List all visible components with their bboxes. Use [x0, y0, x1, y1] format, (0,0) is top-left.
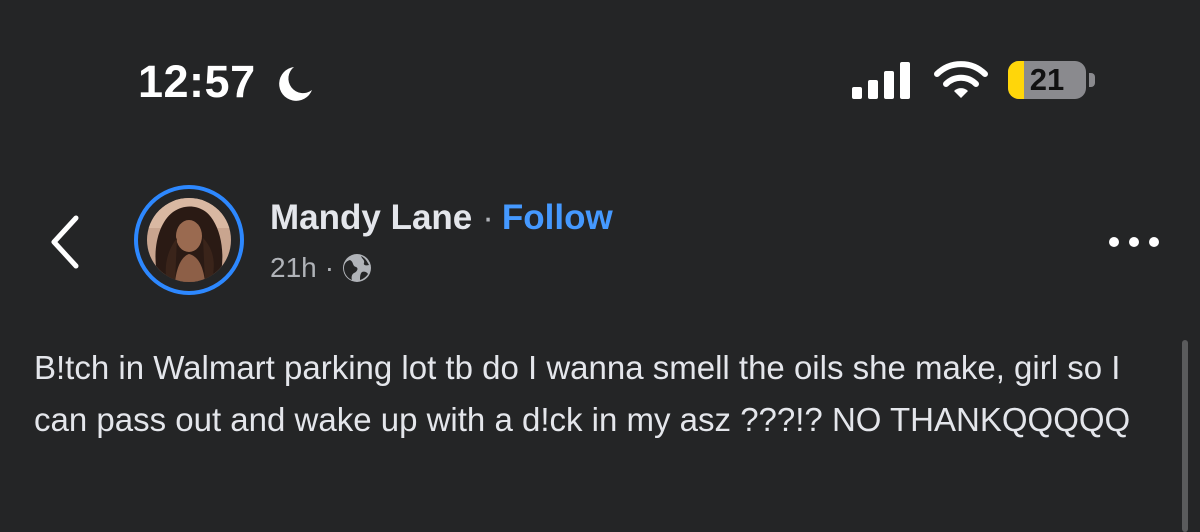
scrollbar[interactable] — [1182, 340, 1188, 532]
globe-icon[interactable] — [342, 253, 372, 283]
post-screen: 12:57 21 Mandy Lane · Follow 21h · B!tch… — [0, 0, 1200, 532]
post-text: B!tch in Walmart parking lot tb do I wan… — [34, 349, 1131, 438]
author-line: Mandy Lane · Follow — [270, 196, 613, 240]
chevron-left-icon — [51, 215, 79, 269]
wifi-icon — [934, 61, 988, 98]
avatar-story-ring[interactable] — [134, 185, 244, 295]
more-options-button[interactable] — [1104, 224, 1164, 260]
author-separator: · — [482, 198, 494, 237]
signal-icon — [852, 62, 910, 99]
back-button[interactable] — [44, 212, 88, 272]
post-timestamp[interactable]: 21h — [270, 252, 317, 283]
meta-separator: · — [324, 252, 335, 283]
battery-icon: 21 — [1008, 61, 1086, 99]
status-time: 12:57 — [138, 56, 256, 107]
more-dots-icon — [1109, 237, 1159, 247]
post-meta: 21h · — [270, 250, 372, 286]
author-name[interactable]: Mandy Lane — [270, 198, 472, 237]
battery-cap — [1089, 73, 1095, 87]
avatar — [147, 198, 231, 282]
follow-button[interactable]: Follow — [502, 198, 613, 237]
moon-icon — [279, 67, 312, 101]
battery-level: 21 — [1029, 62, 1065, 97]
